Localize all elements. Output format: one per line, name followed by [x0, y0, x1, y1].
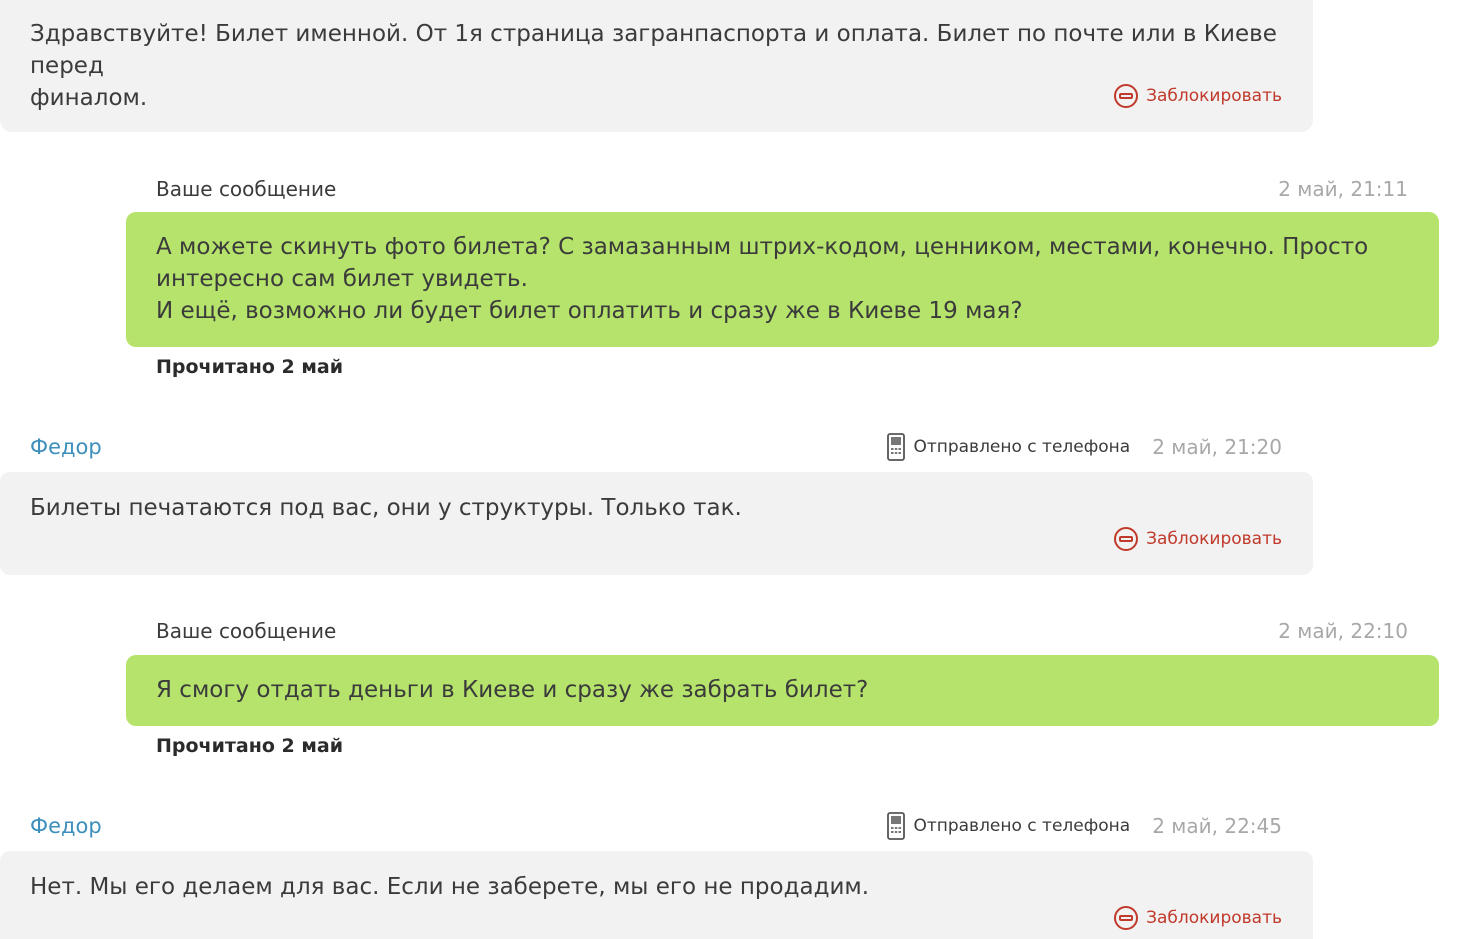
block-user-label: Заблокировать	[1146, 86, 1282, 106]
sender-name-link[interactable]: Федор	[30, 814, 102, 838]
outgoing-message-bubble: А можете скинуть фото билета? С замазанн…	[126, 212, 1439, 347]
message-text: А можете скинуть фото билета? С замазанн…	[156, 234, 1369, 324]
your-message-label: Ваше сообщение	[156, 619, 337, 643]
outgoing-message-header: Ваше сообщение 2 май, 21:11	[156, 175, 1408, 203]
outgoing-message-header: Ваше сообщение 2 май, 22:10	[156, 617, 1408, 645]
incoming-message-header: Федор Отправлено с телефона 2 май, 22:45	[30, 811, 1282, 841]
your-message-label: Ваше сообщение	[156, 177, 337, 201]
message-meta: Отправлено с телефона 2 май, 21:20	[887, 433, 1282, 461]
block-icon	[1113, 905, 1139, 931]
message-timestamp: 2 май, 21:11	[1278, 177, 1408, 201]
sent-from-phone: Отправлено с телефона	[887, 433, 1130, 461]
block-user-link[interactable]: Заблокировать	[1113, 905, 1282, 931]
outgoing-message-bubble: Я смогу отдать деньги в Киеве и сразу же…	[126, 655, 1439, 726]
message-text: Нет. Мы его делаем для вас. Если не забе…	[30, 874, 870, 900]
sent-from-label: Отправлено с телефона	[913, 437, 1131, 457]
sent-from-label: Отправлено с телефона	[913, 816, 1131, 836]
incoming-message-bubble: Нет. Мы его делаем для вас. Если не забе…	[0, 851, 1313, 939]
block-icon	[1113, 83, 1139, 109]
block-user-link[interactable]: Заблокировать	[1113, 526, 1282, 552]
message-text: Билеты печатаются под вас, они у структу…	[30, 495, 742, 521]
block-user-label: Заблокировать	[1146, 908, 1282, 928]
read-status: Прочитано 2 май	[156, 735, 344, 757]
block-user-link[interactable]: Заблокировать	[1113, 83, 1282, 109]
message-text: Я смогу отдать деньги в Киеве и сразу же…	[156, 677, 869, 703]
incoming-message-header: Федор Отправлено с телефона 2 май, 21:20	[30, 432, 1282, 462]
block-icon	[1113, 526, 1139, 552]
incoming-message-bubble: Билеты печатаются под вас, они у структу…	[0, 472, 1313, 575]
message-timestamp: 2 май, 22:45	[1152, 814, 1282, 838]
message-meta: Отправлено с телефона 2 май, 22:45	[887, 812, 1282, 840]
chat-thread: Здравствуйте! Билет именной. От 1я стран…	[0, 0, 1460, 939]
message-timestamp: 2 май, 21:20	[1152, 435, 1282, 459]
read-status: Прочитано 2 май	[156, 356, 344, 378]
block-user-label: Заблокировать	[1146, 529, 1282, 549]
phone-icon	[887, 433, 906, 461]
message-timestamp: 2 май, 22:10	[1278, 619, 1408, 643]
phone-icon	[887, 812, 906, 840]
message-text: Здравствуйте! Билет именной. От 1я стран…	[30, 21, 1277, 111]
sender-name-link[interactable]: Федор	[30, 435, 102, 459]
incoming-message-bubble: Здравствуйте! Билет именной. От 1я стран…	[0, 0, 1313, 132]
sent-from-phone: Отправлено с телефона	[887, 812, 1130, 840]
